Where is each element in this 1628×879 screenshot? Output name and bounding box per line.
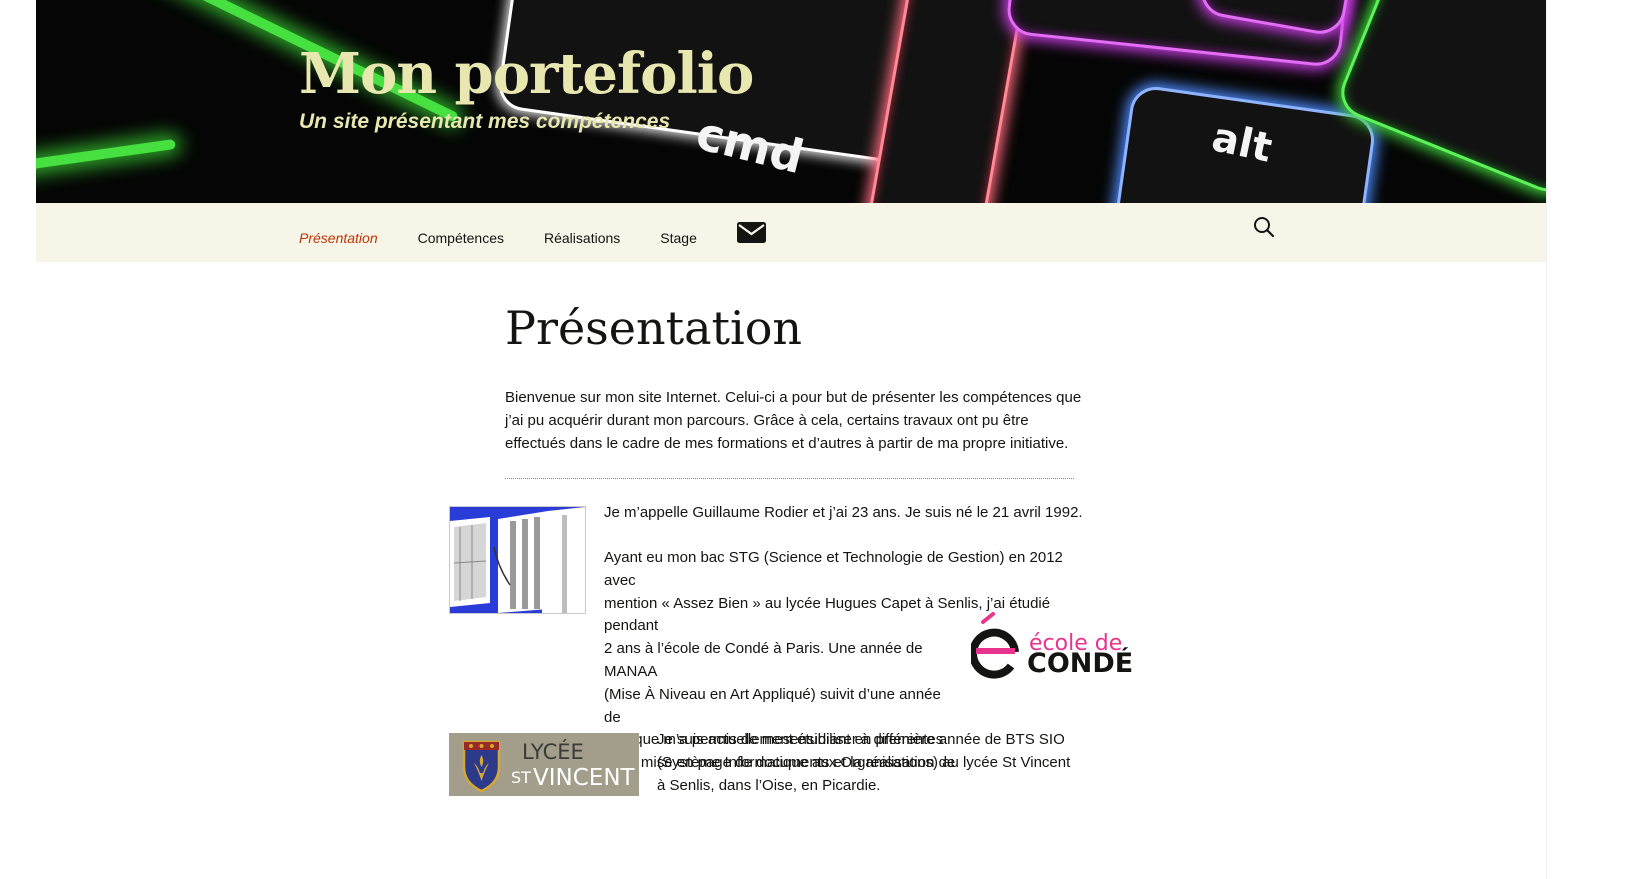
nav-item-presentation[interactable]: Présentation <box>299 230 378 246</box>
search-icon[interactable] <box>1252 215 1276 239</box>
education-line: (Mise À Niveau en Art Appliqué) suivit d… <box>604 685 941 726</box>
content-divider <box>505 478 1074 479</box>
conde-logo: école de CONDÉ <box>969 610 1136 680</box>
name-paragraph: Je m’appelle Guillaume Rodier et j’ai 23… <box>604 504 1083 521</box>
intro-paragraph: Bienvenue sur mon site Internet. Celui-c… <box>505 389 1082 452</box>
education-line: 2 ans à l’école de Condé à Paris. Une an… <box>604 640 923 680</box>
lycee-st-vincent-logo: LYCÉE ST VINCENT <box>449 733 639 796</box>
nav-item-competences[interactable]: Compétences <box>418 230 504 246</box>
nav-item-contact[interactable] <box>736 221 766 248</box>
page-title: Présentation <box>505 301 803 355</box>
main-navigation: Présentation Compétences Réalisations St… <box>36 203 1546 262</box>
page: cmd alt Mon portefolio Un site présentan… <box>36 0 1547 879</box>
conde-logo-line2: CONDÉ <box>1027 647 1133 679</box>
lycee-logo-st: ST <box>511 768 531 787</box>
current-studies-paragraph: Je suis actuellement étudiant en premièr… <box>657 731 1071 794</box>
lycee-logo-vincent: VINCENT <box>533 765 636 791</box>
site-title[interactable]: Mon portefolio <box>299 40 754 108</box>
nav-item-stage[interactable]: Stage <box>660 230 697 246</box>
lycee-logo-line1: LYCÉE <box>522 739 584 764</box>
mail-icon[interactable] <box>736 221 766 243</box>
nav-item-realisations[interactable]: Réalisations <box>544 230 620 246</box>
site-header[interactable]: cmd alt Mon portefolio Un site présentan… <box>36 0 1546 203</box>
nav-menu: Présentation Compétences Réalisations St… <box>299 203 766 262</box>
education-line: Ayant eu mon bac STG (Science et Technol… <box>604 549 1063 589</box>
site-description: Un site présentant mes compétences <box>299 110 671 133</box>
